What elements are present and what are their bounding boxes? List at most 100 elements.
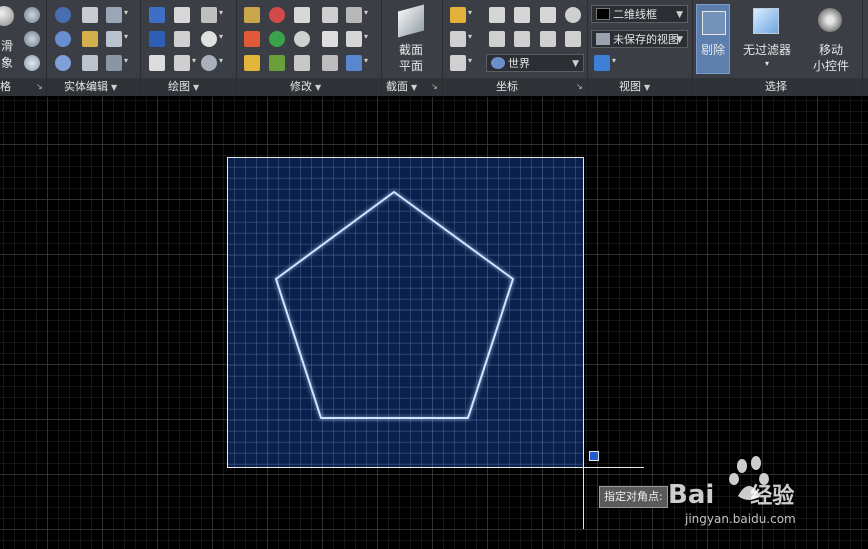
panel-separator: [140, 0, 141, 96]
mesh-sphere-icon[interactable]: [24, 7, 40, 23]
separate-icon[interactable]: [106, 55, 128, 71]
panel-label-modify-text: 修改: [290, 80, 312, 93]
mesh-crease-icon[interactable]: [24, 55, 40, 71]
fillet-icon[interactable]: [346, 31, 368, 47]
dialog-launcher-icon[interactable]: ↘: [576, 82, 583, 91]
3d-align-icon[interactable]: [269, 55, 285, 71]
visual-style-value: 二维线框: [613, 8, 657, 21]
3d-rotate-icon[interactable]: [269, 31, 285, 47]
extract-edges-icon[interactable]: [82, 7, 98, 23]
crosshair-horizontal: [584, 467, 644, 468]
arc-icon[interactable]: [201, 7, 223, 23]
rectangle-icon[interactable]: [174, 55, 196, 71]
union-icon[interactable]: [55, 7, 71, 23]
view-icon: [596, 33, 610, 45]
wireframe-swatch-icon: [596, 8, 610, 20]
dialog-launcher-icon[interactable]: ↘: [36, 82, 43, 91]
ucs-origin-icon[interactable]: [489, 31, 505, 47]
thicken-icon[interactable]: [82, 55, 98, 71]
ucs-view-icon[interactable]: [565, 31, 581, 47]
chevron-down-icon: ▼: [676, 35, 683, 45]
ucs-z-icon[interactable]: [540, 7, 556, 23]
named-view-combo[interactable]: 未保存的视图 ▼: [591, 30, 688, 48]
smooth-object-label-2[interactable]: 象: [0, 55, 14, 71]
ucs-3point-icon[interactable]: [540, 31, 556, 47]
visual-style-combo[interactable]: 二维线框 ▼: [591, 5, 688, 23]
crosshair-vertical: [583, 467, 584, 529]
rotate-icon[interactable]: [294, 31, 310, 47]
ucs-combo-value: 世界: [508, 57, 530, 70]
panel-label-ucs[interactable]: 坐标: [496, 80, 518, 94]
no-filter-dropdown[interactable]: ▾: [760, 56, 774, 72]
section-plane-icon[interactable]: [398, 4, 424, 38]
polyline-icon[interactable]: [149, 7, 165, 23]
break-icon[interactable]: [346, 7, 368, 23]
line-icon[interactable]: [174, 31, 190, 47]
viewport-icon[interactable]: [594, 55, 616, 71]
panel-label-mesh[interactable]: 格: [0, 80, 11, 94]
cull-icon: [702, 11, 726, 35]
slice-icon[interactable]: [82, 31, 98, 47]
ucs-world-icon[interactable]: [450, 55, 472, 71]
chevron-down-icon: ▼: [644, 83, 651, 92]
panel-label-view[interactable]: 视图 ▼: [619, 80, 650, 94]
named-ucs-icon[interactable]: [565, 7, 581, 23]
panel-label-ucs-text: 坐标: [496, 80, 518, 93]
panel-label-draw-text: 绘图: [168, 80, 190, 93]
pickbox-cursor: [589, 451, 599, 461]
polygon-icon[interactable]: [149, 55, 165, 71]
ucs-icon[interactable]: [450, 7, 472, 23]
scale-icon[interactable]: [322, 31, 338, 47]
command-prompt-tooltip: 指定对角点:: [599, 486, 668, 508]
cull-label[interactable]: 剔除: [696, 42, 730, 58]
stretch-icon[interactable]: [244, 55, 260, 71]
panel-label-draw[interactable]: 绘图 ▼: [168, 80, 199, 94]
watermark-url: jingyan.baidu.com: [685, 512, 796, 526]
panel-label-section-text: 截面: [386, 80, 408, 93]
mesh-refine-icon[interactable]: [24, 31, 40, 47]
dialog-launcher-icon[interactable]: ↘: [431, 82, 438, 91]
region-icon[interactable]: [201, 55, 223, 71]
move-icon[interactable]: [294, 7, 310, 23]
ucs-zaxis-icon[interactable]: [514, 31, 530, 47]
ucs-y-icon[interactable]: [514, 7, 530, 23]
move-gizmo-label-1[interactable]: 移动: [806, 42, 856, 58]
3d-move-icon[interactable]: [269, 7, 285, 23]
copy-icon[interactable]: [322, 7, 338, 23]
box-edit-icon[interactable]: [106, 7, 128, 23]
move-gizmo-label-2[interactable]: 小控件: [806, 58, 856, 74]
ucs-face-icon[interactable]: [450, 31, 472, 47]
panel-label-selection[interactable]: 选择: [765, 80, 787, 94]
helix-icon[interactable]: [174, 7, 190, 23]
section-plane-label-1[interactable]: 截面: [388, 42, 434, 58]
offset-icon[interactable]: [322, 55, 338, 71]
move-gizmo-icon[interactable]: [818, 8, 842, 32]
ucs-x-icon[interactable]: [489, 7, 505, 23]
panel-separator: [692, 0, 693, 96]
chevron-down-icon: ▼: [193, 83, 200, 92]
cull-button[interactable]: [696, 4, 730, 74]
intersect-icon[interactable]: [55, 55, 71, 71]
spline-icon[interactable]: [149, 31, 165, 47]
array-icon[interactable]: [346, 55, 368, 71]
panel-separator: [587, 0, 588, 96]
erase-icon[interactable]: [244, 31, 260, 47]
chevron-down-icon: ▼: [111, 83, 118, 92]
trim-icon[interactable]: [244, 7, 260, 23]
smooth-object-label-1[interactable]: 滑: [0, 38, 14, 54]
chevron-down-icon: ▼: [411, 83, 418, 92]
section-plane-label-2[interactable]: 平面: [388, 58, 434, 74]
panel-label-solid-edit[interactable]: 实体编辑 ▼: [64, 80, 117, 94]
panel-separator: [862, 0, 863, 96]
mirror-icon[interactable]: [294, 55, 310, 71]
ucs-combo[interactable]: 世界 ▼: [486, 54, 584, 72]
circle-icon[interactable]: [201, 31, 223, 47]
panel-label-selection-text: 选择: [765, 80, 787, 93]
panel-label-section[interactable]: 截面 ▼: [386, 80, 417, 94]
smooth-object-icon[interactable]: [0, 6, 14, 26]
extrude-faces-icon[interactable]: [106, 31, 128, 47]
no-filter-icon[interactable]: [753, 8, 779, 34]
subtract-icon[interactable]: [55, 31, 71, 47]
panel-label-modify[interactable]: 修改 ▼: [290, 80, 321, 94]
panel-separator: [381, 0, 382, 96]
